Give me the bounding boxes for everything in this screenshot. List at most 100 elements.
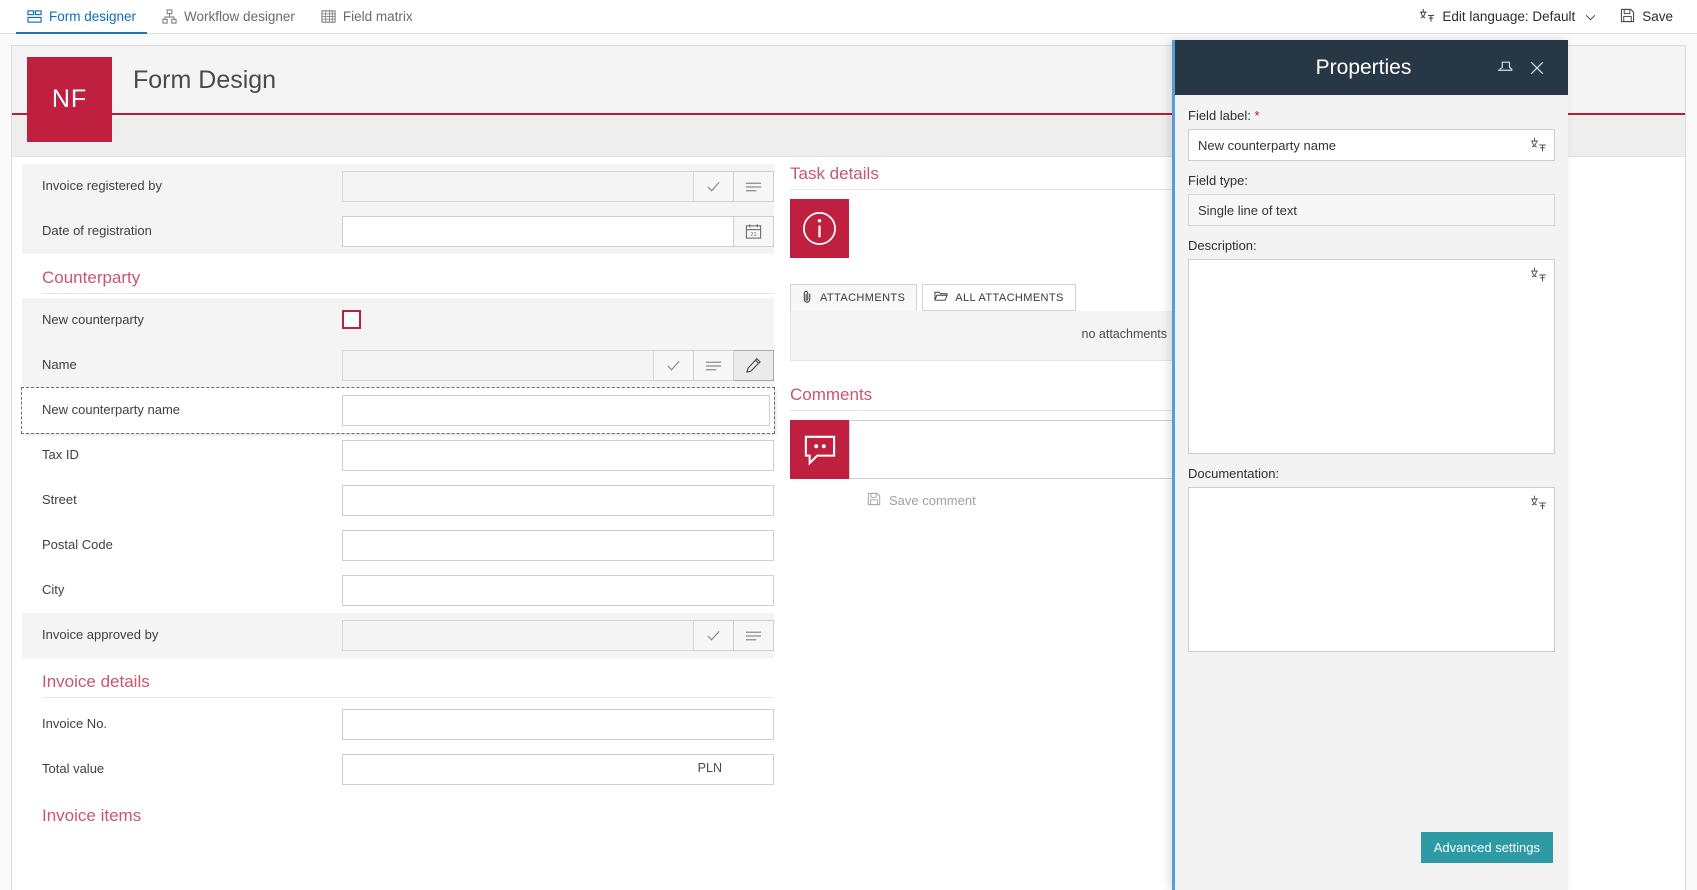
tab-all-attachments-label: ALL ATTACHMENTS [955,291,1064,304]
field-row-total-value[interactable]: Total value PLN [22,747,774,792]
language-icon[interactable] [1530,494,1547,516]
people-picker-icon[interactable] [734,620,774,651]
save-icon [1620,8,1635,26]
field-row-invoice-approved-by[interactable]: Invoice approved by [22,613,774,658]
date-of-registration-input[interactable] [342,216,734,247]
tax-id-input[interactable] [342,440,774,471]
close-icon[interactable] [1524,55,1550,81]
field-label: Name [42,357,77,372]
properties-header: Properties [1175,40,1568,95]
required-asterisk: * [1254,108,1260,123]
check-icon[interactable] [694,620,734,651]
field-label-input[interactable]: New counterparty name [1188,129,1555,161]
people-picker-icon[interactable] [734,171,774,202]
top-toolbar: Form designer Workflow designer Field ma… [0,0,1697,34]
edit-language-label: Edit language: Default [1442,9,1576,24]
tab-all-attachments[interactable]: ALL ATTACHMENTS [922,284,1076,311]
description-textarea[interactable] [1188,259,1555,454]
new-counterparty-name-input[interactable] [342,395,770,426]
description-caption: Description: [1188,238,1257,253]
form-designer-icon [27,9,42,24]
field-label: Invoice registered by [42,178,162,193]
invoice-no-input[interactable] [342,709,774,740]
save-button[interactable]: Save [1610,0,1683,34]
field-type-value: Single line of text [1198,202,1298,218]
no-attachments-text: no attachments [1081,327,1167,341]
tab-attachments-label: ATTACHMENTS [820,291,906,304]
street-input[interactable] [342,485,774,516]
field-label-value: New counterparty name [1198,137,1337,153]
name-input[interactable] [342,350,654,381]
total-value-currency: PLN [697,761,722,775]
comment-editor-row [790,420,1180,479]
documentation-textarea[interactable] [1188,487,1555,652]
workflow-designer-icon [162,9,177,24]
field-row-date-of-registration[interactable]: Date of registration 21 [22,209,774,254]
field-row-name[interactable]: Name [22,343,774,388]
field-matrix-icon [321,9,336,24]
properties-panel: Properties Field label: * New counterpar… [1172,40,1568,890]
invoice-registered-by-input[interactable] [342,171,694,202]
properties-title: Properties [1315,55,1412,79]
field-row-city[interactable]: City [22,568,774,613]
page-title: Form Design [133,66,277,94]
tab-field-matrix[interactable]: Field matrix [308,0,426,34]
edit-language-button[interactable]: Edit language: Default [1409,0,1606,34]
field-label: New counterparty [42,312,144,327]
chevron-down-icon [1585,9,1596,24]
section-heading-invoice-items: Invoice items [42,806,142,825]
task-details-divider [790,189,1180,190]
comments-divider [790,410,1180,411]
people-picker-icon[interactable] [694,350,734,381]
field-label: New counterparty name [42,402,181,417]
tab-form-designer[interactable]: Form designer [14,0,149,34]
tab-workflow-designer-label: Workflow designer [184,9,295,24]
advanced-settings-button[interactable]: Advanced settings [1420,832,1553,863]
svg-text:21: 21 [750,232,756,238]
field-row-new-counterparty[interactable]: New counterparty [22,298,774,343]
field-label: Street [42,492,77,507]
save-comment-button[interactable]: Save comment [867,492,1180,509]
properties-body: Field label: * New counterparty name Fie… [1175,95,1568,652]
section-divider [42,293,774,294]
language-icon[interactable] [1530,136,1547,156]
postal-code-input[interactable] [342,530,774,561]
tab-workflow-designer[interactable]: Workflow designer [149,0,308,34]
section-divider [42,697,774,698]
comment-textarea[interactable] [849,420,1180,479]
field-label: Postal Code [42,537,113,552]
new-counterparty-checkbox[interactable] [342,310,361,329]
field-label-caption-text: Field label: [1188,108,1251,123]
field-row-new-counterparty-name[interactable]: New counterparty name [21,387,775,434]
calendar-icon[interactable]: 21 [734,216,774,247]
city-input[interactable] [342,575,774,606]
field-row-invoice-registered-by[interactable]: Invoice registered by [22,164,774,209]
invoice-approved-by-input[interactable] [342,620,694,651]
form-middle-column: Task details ATTACHMENTS ALL ATTACHMENTS… [790,164,1180,509]
check-icon[interactable] [654,350,694,381]
check-icon[interactable] [694,171,734,202]
comment-icon [790,420,849,479]
field-row-tax-id[interactable]: Tax ID [22,433,774,478]
field-row-invoice-no[interactable]: Invoice No. [22,702,774,747]
field-row-postal-code[interactable]: Postal Code [22,523,774,568]
tab-form-designer-label: Form designer [49,9,137,24]
task-details-heading: Task details [790,164,879,183]
language-icon [1419,7,1435,26]
top-actions: Edit language: Default Save [1409,0,1697,34]
field-label: Invoice approved by [42,627,159,642]
documentation-caption: Documentation: [1188,466,1280,481]
form-logo-badge: NF [27,57,112,142]
field-label: Tax ID [42,447,79,462]
comments-heading: Comments [790,385,873,404]
field-type-caption: Field type: [1188,173,1248,188]
tab-attachments[interactable]: ATTACHMENTS [790,284,918,311]
field-row-street[interactable]: Street [22,478,774,523]
folder-icon [934,290,949,305]
attachments-panel: no attachments [790,311,1180,361]
attachments-tabs: ATTACHMENTS ALL ATTACHMENTS [790,284,1180,311]
field-label-caption: Field label: * [1188,108,1555,123]
language-icon[interactable] [1530,266,1547,288]
pin-icon[interactable] [1492,55,1518,81]
edit-pencil-icon[interactable] [734,350,774,381]
